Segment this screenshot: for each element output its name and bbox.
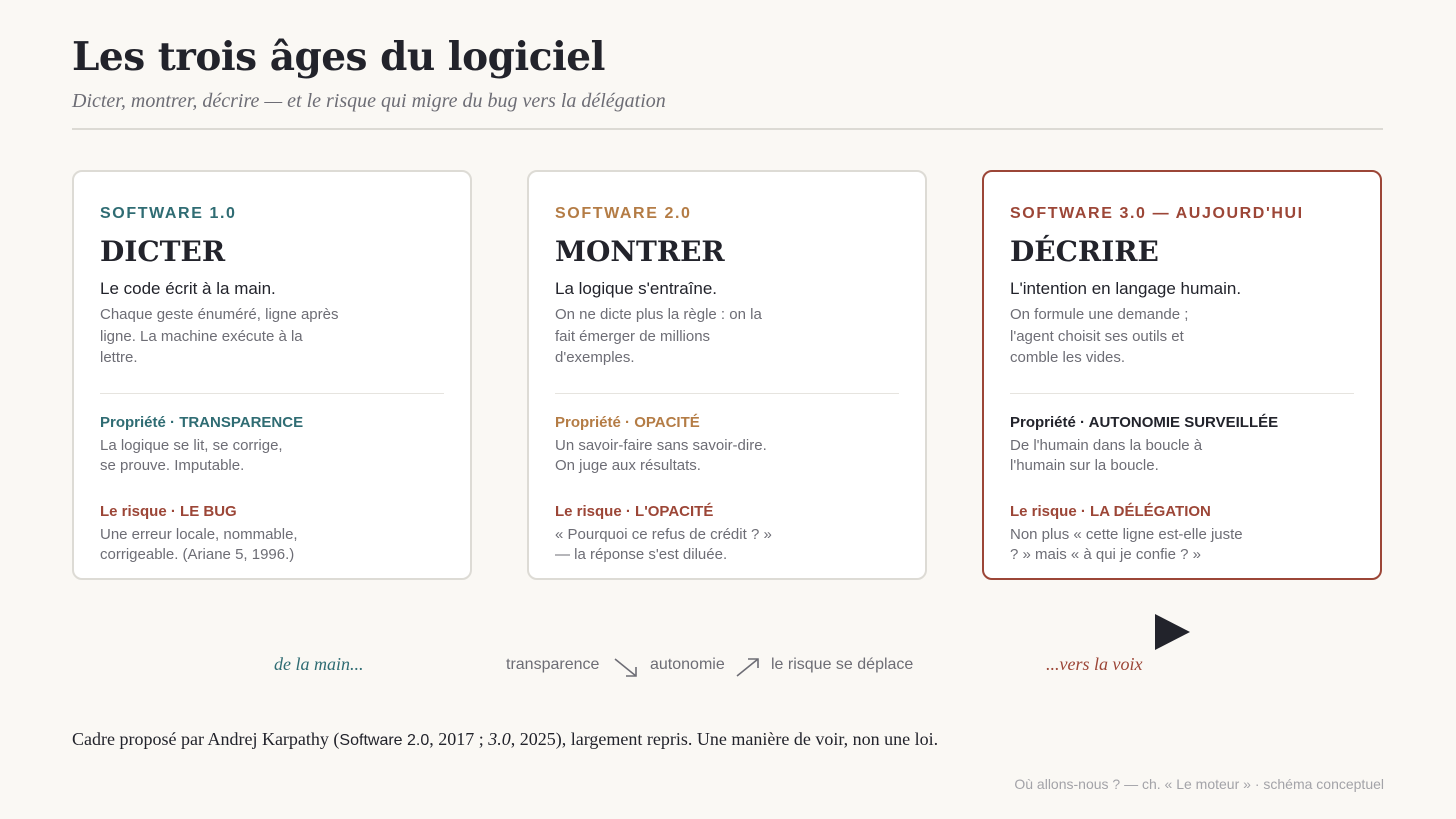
flow-word-risque: le risque se déplace [771,656,914,673]
property-prefix: Propriété · [1010,413,1089,431]
property-name: OPACITÉ [634,413,700,431]
risk-prefix: Le risque · [1010,502,1091,520]
card-risk-label: Le risque · L'OPACITÉ [555,502,899,522]
card-property-text: Un savoir-faire sans savoir-dire. On jug… [555,436,767,475]
card-divider [555,392,899,394]
arrow-up-right-icon [736,658,759,677]
play-icon [1155,614,1190,650]
header-divider [72,128,1383,130]
card-description: On formule une demande ; l'agent choisit… [1010,306,1189,366]
credit-line: Où allons-nous ? — ch. « Le moteur » · s… [1014,776,1384,792]
flow-word-transparence: transparence [506,656,600,673]
property-name: TRANSPARENCE [179,413,304,431]
risk-name: LE BUG [180,502,237,520]
card-heading: DÉCRIRE [1010,235,1159,268]
card-software-2: SOFTWARE 2.0 MONTRER La logique s'entraî… [527,170,927,580]
risk-name: L'OPACITÉ [635,502,714,520]
footnote-part: Cadre proposé par Andrej Karpathy ( [72,729,340,749]
card-risk-label: Le risque · LE BUG [100,502,444,522]
card-risk-label: Le risque · LA DÉLÉGATION [1010,502,1354,522]
card-heading: DICTER [100,235,226,268]
property-name: AUTONOMIE SURVEILLÉE [1088,413,1279,431]
card-property-label: Propriété · OPACITÉ [555,413,899,433]
card-property-text: De l'humain dans la boucle à l'humain su… [1010,436,1203,475]
footnote-part: , 2017 ; [429,729,489,749]
card-eyebrow: SOFTWARE 3.0 — AUJOURD'HUI [1010,205,1304,222]
arrow-down-right-icon [614,658,637,677]
risk-prefix: Le risque · [100,502,181,520]
footnote-part: , 2025), largement repris. Une manière d… [510,729,939,749]
card-property-label: Propriété · AUTONOMIE SURVEILLÉE [1010,413,1354,433]
card-property-label: Propriété · TRANSPARENCE [100,413,444,433]
card-description: On ne dicte plus la règle : on la fait é… [555,306,762,366]
card-heading: MONTRER [555,235,725,268]
flow-end-label: ...vers la voix [1046,654,1143,674]
card-divider [1010,392,1354,394]
footnote: Cadre proposé par Andrej Karpathy (Softw… [72,729,938,750]
card-lead: La logique s'entraîne. [555,279,718,298]
property-prefix: Propriété · [555,413,635,431]
card-risk-text: « Pourquoi ce refus de crédit ? » — la r… [555,525,772,564]
footnote-software-2: Software 2.0 [339,732,430,749]
flow-start-label: de la main... [274,654,364,674]
page-title: Les trois âges du logiciel [72,34,605,80]
card-risk-text: Une erreur locale, nommable, corrigeable… [100,525,298,564]
card-lead: Le code écrit à la main. [100,279,276,298]
risk-prefix: Le risque · [555,502,636,520]
page-subtitle: Dicter, montrer, décrire — et le risque … [72,90,666,112]
card-lead: L'intention en langage humain. [1010,279,1242,298]
footnote-software-3: 3.0 [488,729,511,749]
card-software-3: SOFTWARE 3.0 — AUJOURD'HUI DÉCRIRE L'int… [982,170,1382,580]
card-risk-text: Non plus « cette ligne est-elle juste ? … [1010,525,1243,564]
card-software-1: SOFTWARE 1.0 DICTER Le code écrit à la m… [72,170,472,580]
card-property-text: La logique se lit, se corrige, se prouve… [100,436,283,475]
risk-name: LA DÉLÉGATION [1090,502,1211,520]
card-eyebrow: SOFTWARE 1.0 [100,205,237,222]
card-description: Chaque geste énuméré, ligne après ligne.… [100,306,339,366]
property-prefix: Propriété · [100,413,180,431]
flow-word-autonomie: autonomie [650,656,725,673]
card-divider [100,392,444,394]
card-eyebrow: SOFTWARE 2.0 [555,205,692,222]
